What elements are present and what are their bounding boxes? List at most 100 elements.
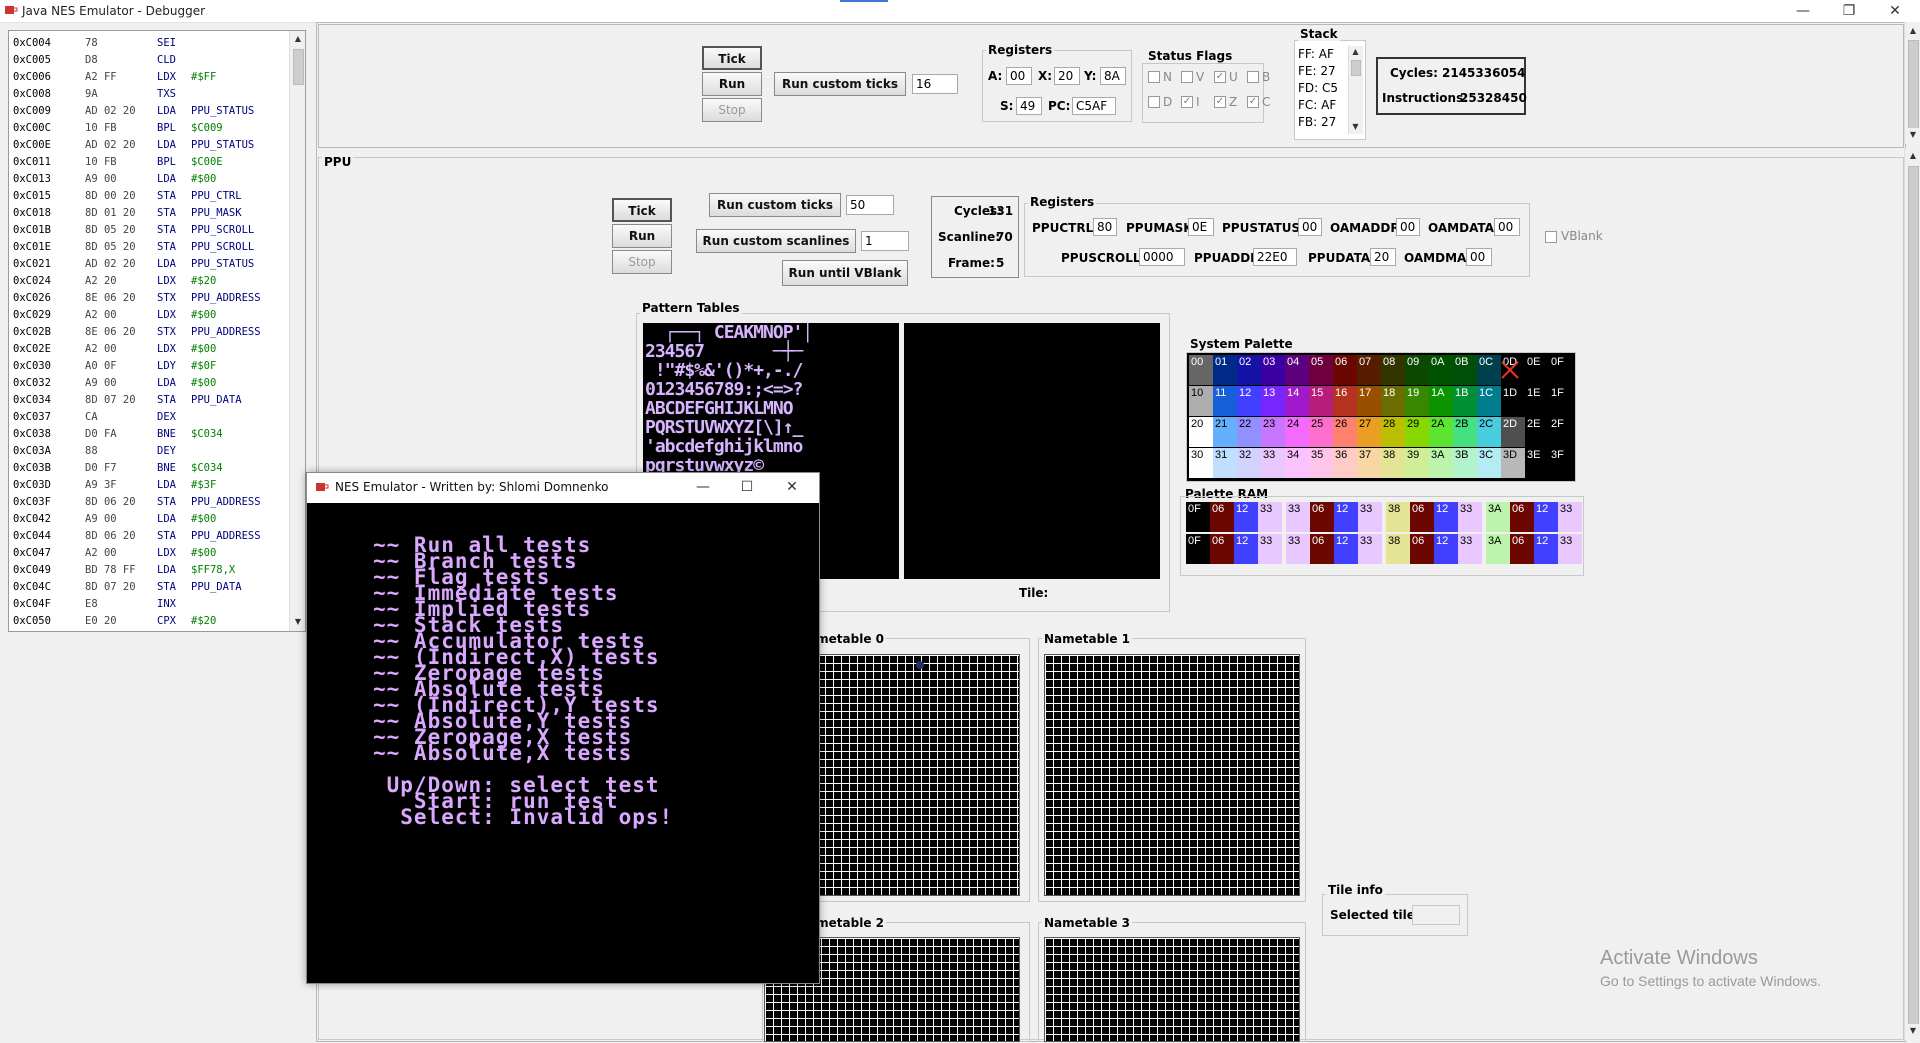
palette-ram-entry[interactable]: 33 <box>1558 534 1582 564</box>
system-palette-swatch[interactable]: 0F <box>1549 355 1573 385</box>
system-palette-swatch[interactable]: 04 <box>1285 355 1309 385</box>
palette-ram-entry[interactable]: 12 <box>1534 534 1558 564</box>
palette-ram-entry[interactable]: 12 <box>1234 534 1258 564</box>
scroll-up-icon[interactable]: ▲ <box>1349 46 1362 58</box>
reg-x-field[interactable] <box>1054 67 1080 85</box>
disassembly-row[interactable]: 0xC02E A2 00 LDX #$00 <box>9 341 289 358</box>
palette-ram-entry[interactable]: 33 <box>1358 534 1382 564</box>
palette-ram-entry[interactable]: 06 <box>1510 534 1534 564</box>
disassembly-row[interactable]: 0xC009 AD 02 20 LDA PPU_STATUS <box>9 103 289 120</box>
palette-ram-entry[interactable]: 33 <box>1458 502 1482 532</box>
scroll-down-icon[interactable]: ▼ <box>291 615 305 629</box>
disassembly-row[interactable]: 0xC013 A9 00 LDA #$00 <box>9 171 289 188</box>
disassembly-row[interactable]: 0xC02B 8E 06 20 STX PPU_ADDRESS <box>9 324 289 341</box>
reg-s-field[interactable] <box>1016 97 1042 115</box>
system-palette-swatch[interactable]: 27 <box>1357 417 1381 447</box>
disassembly-row[interactable]: 0xC044 8D 06 20 STA PPU_ADDRESS <box>9 528 289 545</box>
flag-n-checkbox[interactable] <box>1148 71 1160 83</box>
ppu-run-custom-scanlines-button[interactable]: Run custom scanlines <box>696 229 856 253</box>
disassembly-row[interactable]: 0xC03D A9 3F LDA #$3F <box>9 477 289 494</box>
system-palette-swatch[interactable]: 2D <box>1501 417 1525 447</box>
ppu-scrollbar[interactable]: ▲ ▼ <box>1904 148 1920 1040</box>
palette-ram-entry[interactable]: 33 <box>1358 502 1382 532</box>
disassembly-row[interactable]: 0xC024 A2 20 LDX #$20 <box>9 273 289 290</box>
flag-v-checkbox[interactable] <box>1181 71 1193 83</box>
system-palette-swatch[interactable]: 37 <box>1357 448 1381 478</box>
oamaddr-field[interactable] <box>1396 218 1420 236</box>
system-palette-swatch[interactable]: 1A <box>1429 386 1453 416</box>
system-palette-swatch[interactable]: 22 <box>1237 417 1261 447</box>
disassembly-row[interactable]: 0xC011 10 FB BPL $C00E <box>9 154 289 171</box>
palette-ram-entry[interactable]: 06 <box>1310 534 1334 564</box>
palette-ram-entry[interactable]: 33 <box>1258 534 1282 564</box>
oamdma-field[interactable] <box>1466 248 1492 266</box>
palette-ram-entry[interactable]: 12 <box>1534 502 1558 532</box>
flag-i-checkbox[interactable]: ✓ <box>1181 96 1193 108</box>
scroll-up-icon[interactable]: ▲ <box>1906 149 1920 163</box>
system-palette-swatch[interactable]: 26 <box>1333 417 1357 447</box>
ppustatus-field[interactable] <box>1298 218 1322 236</box>
disassembly-row[interactable]: 0xC005 D8 CLD <box>9 52 289 69</box>
palette-ram-entry[interactable]: 0F <box>1186 502 1210 532</box>
disassembly-row[interactable]: 0xC038 D0 FA BNE $C034 <box>9 426 289 443</box>
disassembly-row[interactable]: 0xC04C 8D 07 20 STA PPU_DATA <box>9 579 289 596</box>
system-palette-swatch[interactable]: 0B <box>1453 355 1477 385</box>
system-palette-swatch[interactable]: 2A <box>1429 417 1453 447</box>
system-palette-swatch[interactable]: 3A <box>1429 448 1453 478</box>
disassembly-row[interactable]: 0xC00C 10 FB BPL $C009 <box>9 120 289 137</box>
system-palette-swatch[interactable]: 01 <box>1213 355 1237 385</box>
scroll-thumb[interactable] <box>1351 60 1361 76</box>
palette-ram-entry[interactable]: 06 <box>1210 534 1234 564</box>
palette-ram-entry[interactable]: 06 <box>1410 534 1434 564</box>
system-palette-swatch[interactable]: 1E <box>1525 386 1549 416</box>
ppu-custom-scanlines-input[interactable] <box>861 231 909 251</box>
close-button[interactable]: ✕ <box>1872 0 1918 22</box>
palette-ram-entry[interactable]: 12 <box>1334 534 1358 564</box>
disassembly-row[interactable]: 0xC029 A2 00 LDX #$00 <box>9 307 289 324</box>
ppuaddr-field[interactable] <box>1253 248 1297 266</box>
flag-d-checkbox[interactable] <box>1148 96 1160 108</box>
cpu-run-custom-ticks-button[interactable]: Run custom ticks <box>774 72 906 96</box>
system-palette-swatch[interactable]: 18 <box>1381 386 1405 416</box>
palette-ram-entry[interactable]: 0F <box>1186 534 1210 564</box>
system-palette-swatch[interactable]: 2B <box>1453 417 1477 447</box>
system-palette-grid[interactable]: 00 01 02 03 04 05 06 07 08 09 0A 0B 0C 0D 0E 0F 10 11 12 13… <box>1186 352 1576 482</box>
system-palette-swatch[interactable]: 15 <box>1309 386 1333 416</box>
cpu-run-button[interactable]: Run <box>702 72 762 96</box>
scroll-thumb[interactable] <box>1908 166 1919 1028</box>
nametable-3-view[interactable] <box>1044 937 1300 1042</box>
stack-entry[interactable]: FE: 27 <box>1298 64 1336 78</box>
disassembly-row[interactable]: 0xC015 8D 00 20 STA PPU_CTRL <box>9 188 289 205</box>
cpu-scrollbar[interactable]: ▲ ▼ <box>1904 22 1920 144</box>
system-palette-swatch[interactable]: 10 <box>1189 386 1213 416</box>
system-palette-swatch[interactable]: 21 <box>1213 417 1237 447</box>
disassembly-list[interactable]: 0xC004 78 SEI 0xC005 D8 CLD 0xC006 A2 FF LDX #$FF… <box>8 30 306 632</box>
system-palette-swatch[interactable]: 13 <box>1261 386 1285 416</box>
system-palette-swatch[interactable]: 00 <box>1189 355 1213 385</box>
disassembly-row[interactable]: 0xC049 BD 78 FF LDA $FF78,X <box>9 562 289 579</box>
flag-b-checkbox[interactable] <box>1247 71 1259 83</box>
palette-ram-entry[interactable]: 06 <box>1310 502 1334 532</box>
palette-ram-entry[interactable]: 33 <box>1258 502 1282 532</box>
system-palette-swatch[interactable]: 1D <box>1501 386 1525 416</box>
disassembly-row[interactable]: 0xC006 A2 FF LDX #$FF <box>9 69 289 86</box>
palette-ram-entry[interactable]: 12 <box>1434 534 1458 564</box>
system-palette-swatch[interactable]: 02 <box>1237 355 1261 385</box>
ppu-run-custom-ticks-button[interactable]: Run custom ticks <box>709 193 841 217</box>
system-palette-swatch[interactable]: 38 <box>1381 448 1405 478</box>
system-palette-swatch[interactable]: 32 <box>1237 448 1261 478</box>
ppu-stop-button[interactable]: Stop <box>612 250 672 274</box>
disassembly-row[interactable]: 0xC021 AD 02 20 LDA PPU_STATUS <box>9 256 289 273</box>
disassembly-row[interactable]: 0xC008 9A TXS <box>9 86 289 103</box>
system-palette-swatch[interactable]: 30 <box>1189 448 1213 478</box>
disassembly-scrollbar[interactable]: ▲ ▼ <box>289 31 305 631</box>
ppudata-field[interactable] <box>1370 248 1396 266</box>
disassembly-row[interactable]: 0xC042 A9 00 LDA #$00 <box>9 511 289 528</box>
scroll-down-icon[interactable]: ▼ <box>1906 1024 1920 1038</box>
system-palette-swatch[interactable]: 1C <box>1477 386 1501 416</box>
reg-y-field[interactable] <box>1100 67 1126 85</box>
scroll-down-icon[interactable]: ▼ <box>1906 128 1920 142</box>
flag-c-checkbox[interactable]: ✓ <box>1247 96 1259 108</box>
system-palette-swatch[interactable]: 3B <box>1453 448 1477 478</box>
system-palette-swatch[interactable]: 2F <box>1549 417 1573 447</box>
